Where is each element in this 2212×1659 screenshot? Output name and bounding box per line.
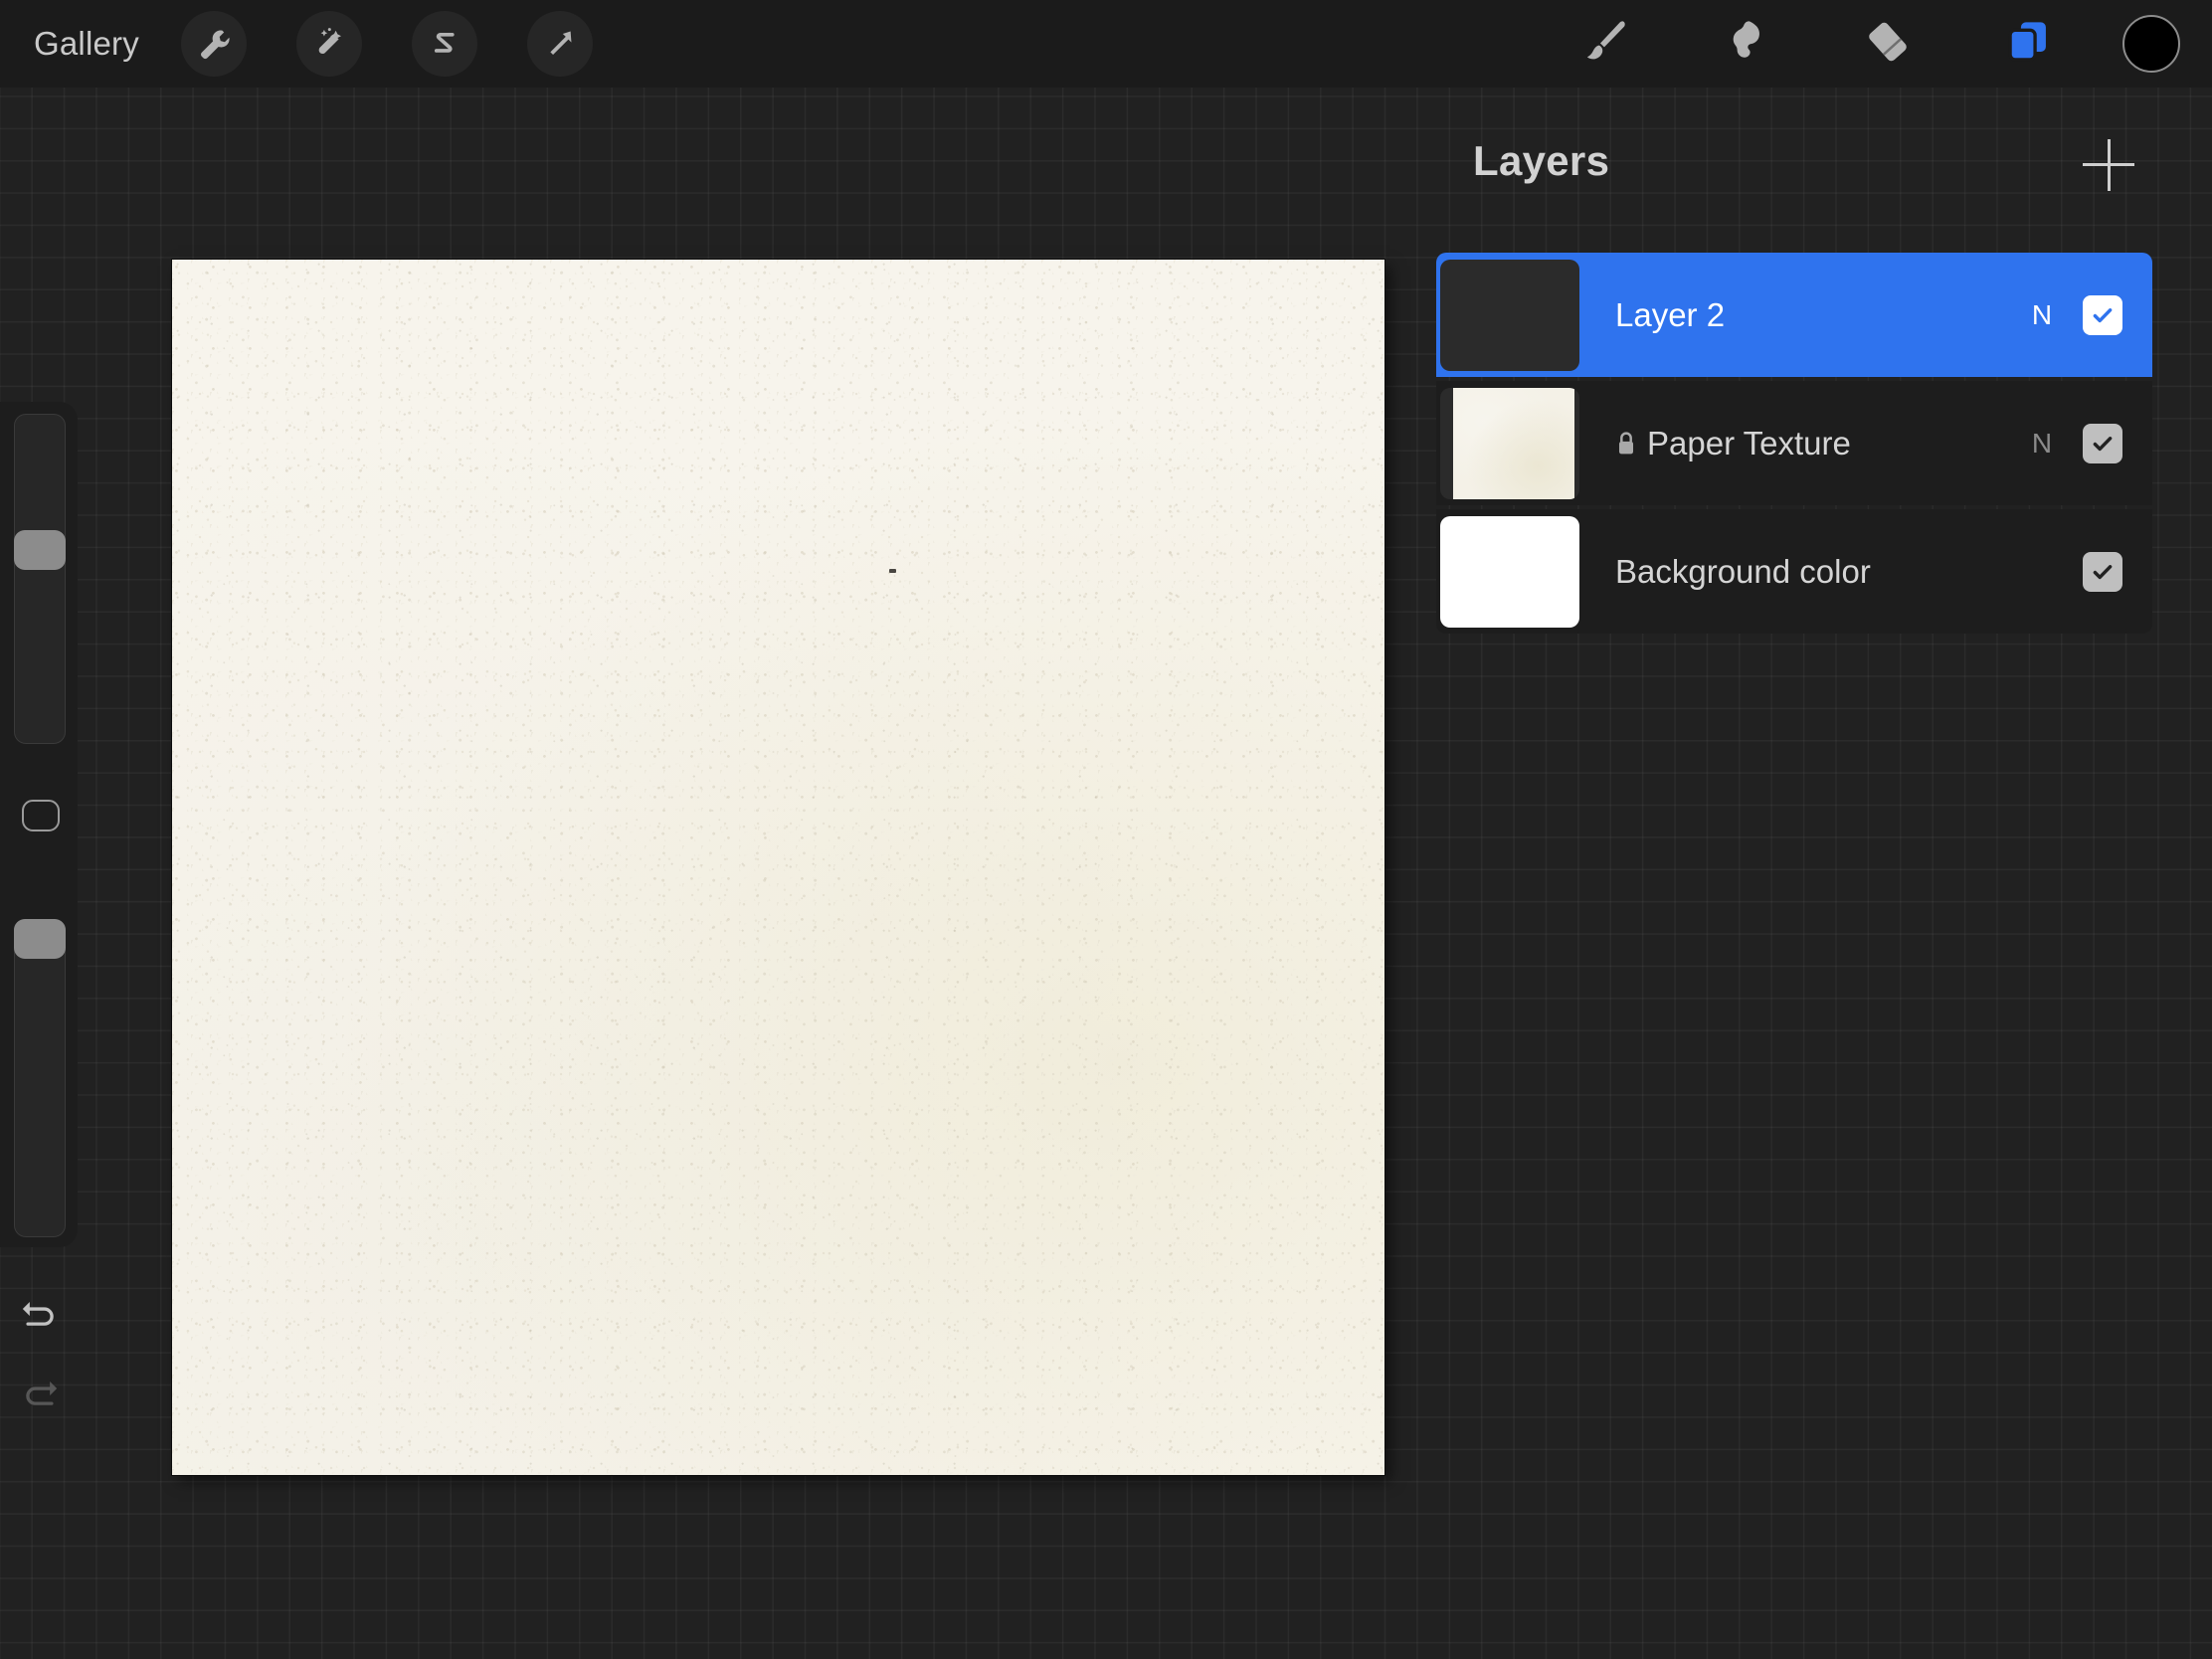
layer-thumbnail-image xyxy=(1453,387,1574,499)
opacity-slider-handle[interactable] xyxy=(14,919,66,959)
layer-blend-mode[interactable]: N xyxy=(2027,428,2057,460)
undo-arrow-icon xyxy=(19,1294,61,1341)
check-icon xyxy=(2090,559,2116,585)
brush-size-slider-handle[interactable] xyxy=(14,530,66,570)
paint-brush-button[interactable] xyxy=(1569,8,1641,80)
actions-wrench-button[interactable] xyxy=(181,11,247,77)
modify-button[interactable] xyxy=(22,800,60,831)
check-icon xyxy=(2090,302,2116,328)
smudge-icon xyxy=(1722,17,1771,72)
layers-button[interactable] xyxy=(1992,8,2064,80)
redo-arrow-icon xyxy=(19,1374,61,1420)
layers-panel: Layers Layer 2 N Paper Texture N Backgro… xyxy=(1436,111,2212,634)
layer-name-label: Background color xyxy=(1615,552,1871,590)
paintbrush-icon xyxy=(1580,17,1630,72)
adjustments-button[interactable] xyxy=(296,11,362,77)
layer-list: Layer 2 N Paper Texture N Background col… xyxy=(1436,253,2152,634)
layer-row[interactable]: Background color xyxy=(1436,509,2152,634)
layer-blend-mode[interactable]: N xyxy=(2027,299,2057,331)
paper-speckle-overlay xyxy=(172,260,1384,1475)
eraser-icon xyxy=(1863,17,1913,72)
color-swatch[interactable] xyxy=(2122,15,2180,73)
undo-button[interactable] xyxy=(10,1287,70,1347)
layer-row[interactable]: Paper Texture N xyxy=(1436,381,2152,505)
add-layer-button[interactable] xyxy=(2083,139,2134,191)
layer-name: Layer 2 xyxy=(1615,296,2027,334)
layer-name-label: Layer 2 xyxy=(1615,295,1726,333)
layers-panel-title: Layers xyxy=(1473,137,1610,184)
selection-icon xyxy=(428,27,461,61)
layers-icon xyxy=(2003,17,2053,72)
transform-button[interactable] xyxy=(527,11,593,77)
magic-wand-icon xyxy=(311,26,347,62)
lock-icon xyxy=(1615,431,1637,457)
layer-name: Paper Texture xyxy=(1615,425,2027,462)
drawing-canvas[interactable] xyxy=(172,260,1384,1475)
layer-thumbnail[interactable] xyxy=(1440,515,1579,628)
layer-visibility-checkbox[interactable] xyxy=(2083,423,2122,463)
layer-thumbnail[interactable] xyxy=(1440,387,1579,499)
check-icon xyxy=(2090,431,2116,457)
layer-visibility-checkbox[interactable] xyxy=(2083,551,2122,592)
eraser-button[interactable] xyxy=(1852,8,1924,80)
transform-arrow-icon xyxy=(543,27,577,61)
left-sidebar xyxy=(0,402,78,1405)
layer-thumbnail[interactable] xyxy=(1440,259,1579,371)
opacity-slider[interactable] xyxy=(14,919,66,1237)
layer-row[interactable]: Layer 2 N xyxy=(1436,253,2152,377)
layer-visibility-checkbox[interactable] xyxy=(2083,294,2122,335)
layers-panel-header: Layers xyxy=(1436,111,2212,229)
layer-name-label: Paper Texture xyxy=(1647,424,1851,461)
gallery-button[interactable]: Gallery xyxy=(34,25,139,63)
brush-size-slider[interactable] xyxy=(14,414,66,744)
wrench-icon xyxy=(196,26,232,62)
smudge-button[interactable] xyxy=(1711,8,1782,80)
procreate-canvas-app: Gallery Layers Layer 2 N Paper Texture N… xyxy=(0,0,2212,1659)
layer-name: Background color xyxy=(1615,553,2027,591)
selection-button[interactable] xyxy=(412,11,477,77)
top-toolbar: Gallery xyxy=(0,0,2212,88)
redo-button[interactable] xyxy=(10,1367,70,1426)
canvas-stroke-mark xyxy=(889,569,896,573)
